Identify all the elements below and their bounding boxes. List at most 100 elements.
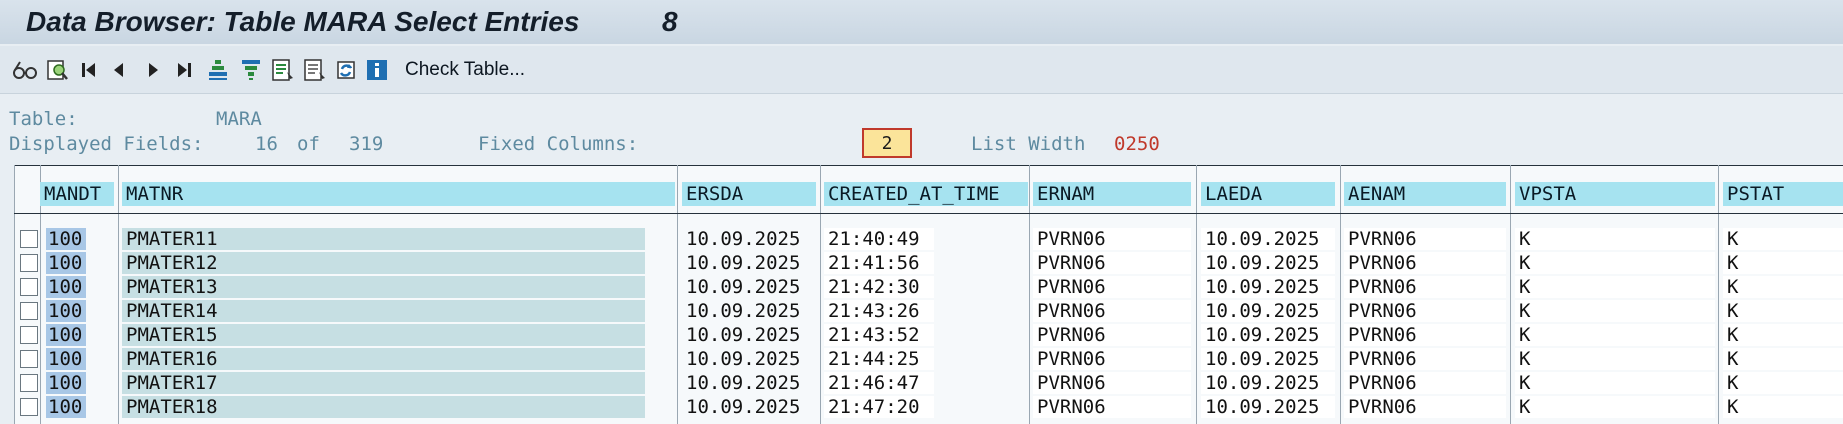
- table-cell[interactable]: 21:43:52: [824, 324, 934, 346]
- table-cell[interactable]: K: [1723, 324, 1843, 346]
- table-cell[interactable]: 100: [46, 396, 86, 418]
- next-page-icon[interactable]: [140, 57, 166, 83]
- row-select-checkbox[interactable]: [20, 230, 38, 248]
- table-cell[interactable]: PVRN06: [1033, 228, 1191, 250]
- refresh-icon[interactable]: [333, 57, 359, 83]
- row-select-checkbox[interactable]: [20, 374, 38, 392]
- column-header-mandt[interactable]: MANDT: [40, 182, 114, 206]
- table-cell[interactable]: K: [1515, 396, 1715, 418]
- table-cell[interactable]: 10.09.2025: [682, 276, 816, 298]
- table-cell[interactable]: PMATER12: [122, 252, 645, 274]
- table-cell[interactable]: 10.09.2025: [1201, 228, 1335, 250]
- table-cell[interactable]: 10.09.2025: [682, 228, 816, 250]
- table-cell[interactable]: K: [1723, 396, 1843, 418]
- table-cell[interactable]: 10.09.2025: [682, 348, 816, 370]
- table-cell[interactable]: PMATER17: [122, 372, 645, 394]
- table-cell[interactable]: 10.09.2025: [1201, 276, 1335, 298]
- select-all-icon[interactable]: [270, 57, 296, 83]
- detail-icon[interactable]: [44, 57, 70, 83]
- table-cell[interactable]: 100: [46, 324, 86, 346]
- table-cell[interactable]: K: [1723, 276, 1843, 298]
- table-cell[interactable]: K: [1515, 300, 1715, 322]
- table-cell[interactable]: PVRN06: [1033, 252, 1191, 274]
- table-cell[interactable]: 10.09.2025: [1201, 324, 1335, 346]
- table-cell[interactable]: PVRN06: [1033, 276, 1191, 298]
- column-header-created-at-time[interactable]: CREATED_AT_TIME: [824, 182, 1028, 206]
- table-cell[interactable]: PVRN06: [1344, 252, 1506, 274]
- row-select-checkbox[interactable]: [20, 398, 38, 416]
- table-cell[interactable]: K: [1515, 372, 1715, 394]
- table-cell[interactable]: PVRN06: [1033, 324, 1191, 346]
- table-cell[interactable]: PVRN06: [1033, 300, 1191, 322]
- table-cell[interactable]: 21:46:47: [824, 372, 934, 394]
- table-cell[interactable]: PVRN06: [1344, 276, 1506, 298]
- table-cell[interactable]: 100: [46, 348, 86, 370]
- table-cell[interactable]: K: [1723, 300, 1843, 322]
- table-cell[interactable]: PVRN06: [1033, 396, 1191, 418]
- column-header-matnr[interactable]: MATNR: [122, 182, 675, 206]
- table-cell[interactable]: K: [1515, 252, 1715, 274]
- table-cell[interactable]: 100: [46, 276, 86, 298]
- table-cell[interactable]: 10.09.2025: [682, 252, 816, 274]
- column-header-aenam[interactable]: AENAM: [1344, 182, 1506, 206]
- table-cell[interactable]: 10.09.2025: [682, 324, 816, 346]
- column-header-pstat[interactable]: PSTAT: [1723, 182, 1843, 206]
- table-cell[interactable]: 10.09.2025: [1201, 252, 1335, 274]
- last-page-icon[interactable]: [171, 57, 197, 83]
- sort-ascending-icon[interactable]: [205, 57, 231, 83]
- table-cell[interactable]: 10.09.2025: [682, 300, 816, 322]
- table-cell[interactable]: K: [1515, 324, 1715, 346]
- row-select-checkbox[interactable]: [20, 278, 38, 296]
- table-cell[interactable]: PMATER13: [122, 276, 645, 298]
- table-cell[interactable]: PVRN06: [1344, 300, 1506, 322]
- table-cell[interactable]: PMATER16: [122, 348, 645, 370]
- table-cell[interactable]: 10.09.2025: [1201, 348, 1335, 370]
- row-select-checkbox[interactable]: [20, 326, 38, 344]
- fixed-columns-field[interactable]: 2: [862, 128, 912, 158]
- check-table-button[interactable]: Check Table...: [405, 59, 525, 81]
- previous-page-icon[interactable]: [106, 57, 132, 83]
- table-cell[interactable]: 100: [46, 252, 86, 274]
- table-cell[interactable]: 10.09.2025: [682, 396, 816, 418]
- table-cell[interactable]: 10.09.2025: [1201, 300, 1335, 322]
- table-cell[interactable]: PVRN06: [1033, 348, 1191, 370]
- table-cell[interactable]: 21:42:30: [824, 276, 934, 298]
- table-cell[interactable]: PMATER18: [122, 396, 645, 418]
- sort-descending-icon[interactable]: [238, 57, 264, 83]
- table-cell[interactable]: 21:44:25: [824, 348, 934, 370]
- table-cell[interactable]: K: [1723, 252, 1843, 274]
- table-cell[interactable]: 100: [46, 372, 86, 394]
- table-cell[interactable]: PVRN06: [1033, 372, 1191, 394]
- deselect-icon[interactable]: [302, 57, 328, 83]
- column-header-laeda[interactable]: LAEDA: [1201, 182, 1335, 206]
- table-cell[interactable]: 100: [46, 228, 86, 250]
- info-icon[interactable]: [364, 57, 390, 83]
- table-cell[interactable]: 21:47:20: [824, 396, 934, 418]
- table-cell[interactable]: 21:41:56: [824, 252, 934, 274]
- column-header-ernam[interactable]: ERNAM: [1033, 182, 1191, 206]
- row-select-checkbox[interactable]: [20, 302, 38, 320]
- glasses-icon[interactable]: [12, 57, 38, 83]
- table-cell[interactable]: K: [1515, 276, 1715, 298]
- table-cell[interactable]: K: [1723, 228, 1843, 250]
- column-header-ersda[interactable]: ERSDA: [682, 182, 816, 206]
- column-header-vpsta[interactable]: VPSTA: [1515, 182, 1715, 206]
- row-select-checkbox[interactable]: [20, 254, 38, 272]
- table-cell[interactable]: K: [1723, 348, 1843, 370]
- table-cell[interactable]: K: [1515, 228, 1715, 250]
- row-select-checkbox[interactable]: [20, 350, 38, 368]
- table-cell[interactable]: PVRN06: [1344, 324, 1506, 346]
- table-cell[interactable]: 10.09.2025: [1201, 372, 1335, 394]
- table-cell[interactable]: K: [1723, 372, 1843, 394]
- table-cell[interactable]: 21:43:26: [824, 300, 934, 322]
- table-cell[interactable]: PMATER15: [122, 324, 645, 346]
- table-cell[interactable]: PVRN06: [1344, 348, 1506, 370]
- table-cell[interactable]: 10.09.2025: [682, 372, 816, 394]
- table-cell[interactable]: PVRN06: [1344, 228, 1506, 250]
- table-cell[interactable]: PMATER11: [122, 228, 645, 250]
- table-cell[interactable]: PVRN06: [1344, 372, 1506, 394]
- table-cell[interactable]: 10.09.2025: [1201, 396, 1335, 418]
- table-cell[interactable]: 100: [46, 300, 86, 322]
- table-cell[interactable]: PMATER14: [122, 300, 645, 322]
- table-cell[interactable]: PVRN06: [1344, 396, 1506, 418]
